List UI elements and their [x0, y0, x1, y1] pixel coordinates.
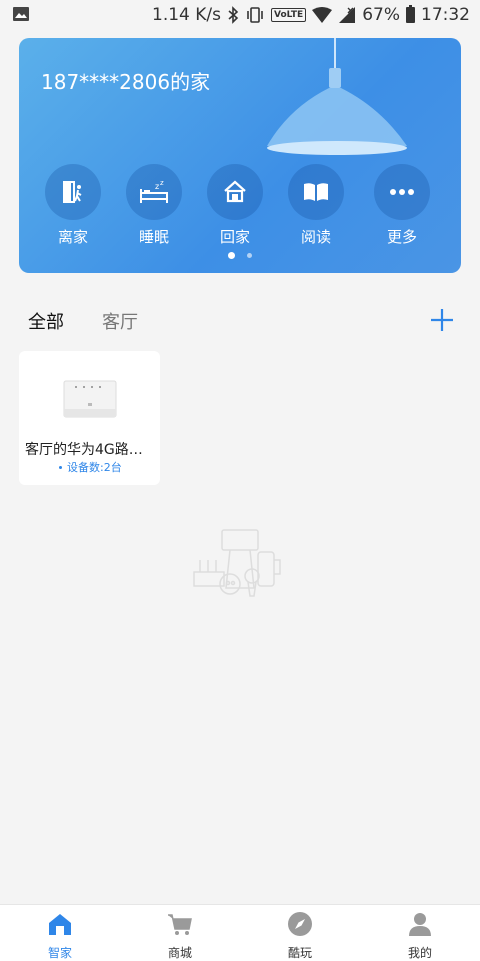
status-bar: 1.14 K/s VoLTE 67% 17:32	[0, 0, 480, 30]
scene-label: 回家	[219, 228, 250, 246]
devices-illustration	[193, 529, 281, 597]
volte-badge: VoLTE	[271, 8, 307, 22]
svg-text:z: z	[160, 179, 164, 187]
scene-label: 阅读	[300, 228, 331, 246]
scene-label: 睡眠	[138, 228, 169, 246]
tab-living-room[interactable]: 客厅	[102, 308, 138, 334]
clock: 17:32	[421, 5, 470, 25]
scene-sleep[interactable]: zz 睡眠	[119, 164, 189, 247]
device-count-text: 设备数:2台	[67, 461, 122, 474]
tab-all[interactable]: 全部	[28, 308, 64, 334]
device-count: 设备数:2台	[59, 459, 122, 475]
home-icon	[49, 914, 71, 935]
lamp-illustration	[267, 38, 407, 155]
compass-icon	[288, 912, 312, 936]
svg-text:z: z	[155, 182, 159, 191]
status-dot	[59, 465, 62, 469]
bottom-nav: 智家 商城 酷玩 我的	[0, 904, 480, 961]
nav-label: 我的	[407, 946, 432, 960]
battery-icon	[406, 5, 415, 23]
device-name: 客厅的华为4G路由...	[25, 442, 155, 458]
image-icon	[13, 7, 29, 21]
nav-label: 酷玩	[287, 946, 312, 960]
scene-reading[interactable]: 阅读	[281, 164, 351, 247]
room-tabs: 全部 客厅	[28, 308, 138, 334]
cell-signal-icon	[339, 7, 356, 23]
scene-leave-home[interactable]: 离家	[38, 164, 108, 247]
cart-icon	[168, 914, 192, 935]
nav-smart-home[interactable]: 智家	[20, 911, 100, 961]
home-title[interactable]: 187****2806的家	[41, 66, 210, 95]
nav-store[interactable]: 商城	[140, 911, 220, 961]
sleep-icon: zz	[126, 164, 182, 220]
return-home-icon	[207, 164, 263, 220]
device-card[interactable]: 客厅的华为4G路由... 设备数:2台	[19, 351, 160, 485]
vibrate-icon	[247, 7, 263, 23]
leave-home-icon	[45, 164, 101, 220]
router-icon	[63, 380, 117, 418]
scene-label: 离家	[57, 228, 88, 246]
more-icon	[374, 164, 430, 220]
nav-explore[interactable]: 酷玩	[260, 911, 340, 961]
wifi-icon	[312, 7, 333, 23]
nav-label: 商城	[167, 946, 192, 960]
battery-percent: 67%	[362, 5, 400, 25]
network-speed: 1.14 K/s	[152, 5, 221, 25]
home-card[interactable]: 187****2806的家 离家 zz 睡眠 回家 阅读 更多	[19, 38, 461, 273]
user-icon	[409, 913, 431, 936]
scene-return-home[interactable]: 回家	[200, 164, 270, 247]
add-icon[interactable]	[430, 308, 454, 332]
bluetooth-icon	[228, 6, 239, 24]
page-dot-active	[228, 252, 235, 259]
nav-me[interactable]: 我的	[380, 911, 460, 961]
nav-label: 智家	[47, 946, 72, 960]
page-indicator	[228, 252, 252, 259]
scene-list: 离家 zz 睡眠 回家 阅读 更多	[19, 164, 461, 254]
scene-label: 更多	[386, 228, 417, 246]
page-dot	[247, 253, 252, 258]
reading-icon	[288, 164, 344, 220]
scene-more[interactable]: 更多	[367, 164, 437, 247]
